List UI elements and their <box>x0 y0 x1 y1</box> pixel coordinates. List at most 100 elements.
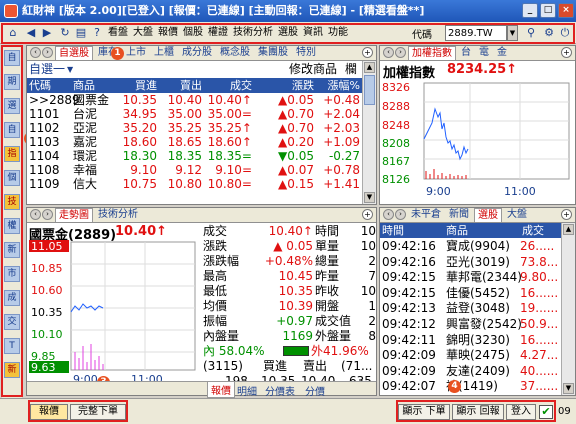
zoom-icon[interactable]: + <box>362 47 373 58</box>
menu-item-stock[interactable]: 個股 <box>183 25 203 41</box>
side-button-2[interactable]: 期 <box>4 74 20 90</box>
scroll-thumb[interactable] <box>364 75 375 105</box>
scroll-up-icon[interactable]: ▲ <box>364 62 375 73</box>
ticks-tab-next-icon[interactable]: › <box>395 209 406 220</box>
col-last[interactable]: 成交 <box>230 78 252 93</box>
table-row[interactable]: 1102 亞泥 35.20 35.25 35.25↑ ▲0.70 +2.03 <box>27 121 362 135</box>
tab-prev-icon[interactable]: ‹ <box>30 47 41 58</box>
list-item[interactable]: 09:42:09 華映(2475) 4.27... <box>380 348 561 362</box>
index-tab-next-icon[interactable]: › <box>395 47 406 58</box>
list-item[interactable]: 09:42:13 益登(3048) 19...... <box>380 301 561 315</box>
menu-item-market[interactable]: 大盤 <box>133 25 153 41</box>
tab-technical[interactable]: 技術分析 <box>95 208 141 222</box>
tab-quote-bottom[interactable]: 報價 <box>30 404 68 420</box>
col-pct[interactable]: 漲幅% <box>328 78 360 93</box>
list-item[interactable]: 09:42:15 華邦電(2344) 9.80... <box>380 270 561 284</box>
list-item[interactable]: 09:42:11 錦明(3230) 16...... <box>380 333 561 347</box>
tab-listed[interactable]: 上市 <box>123 46 149 60</box>
col-name[interactable]: 商品 <box>73 78 95 93</box>
quote-tab-prev-icon[interactable]: ‹ <box>30 209 41 220</box>
group-chevron-icon[interactable]: ▼ <box>67 61 73 78</box>
menu-item-technical[interactable]: 技術分析 <box>233 25 273 41</box>
quote-zoom-icon[interactable]: + <box>362 209 373 220</box>
tab-trend[interactable]: 走勢圖 <box>55 208 93 222</box>
menu-item-function[interactable]: 功能 <box>328 25 348 41</box>
settings-icon[interactable]: ⚙ <box>542 26 556 40</box>
table-row[interactable]: 1109 信大 10.75 10.80 10.80= ▲0.15 +1.41 <box>27 177 362 191</box>
col-code[interactable]: 代碼 <box>29 78 51 93</box>
menu-item-watch[interactable]: 看盤 <box>108 25 128 41</box>
side-button-14[interactable]: 新 <box>4 362 20 378</box>
forward-arrow-icon[interactable]: ▶ <box>40 26 54 40</box>
back-arrow-icon[interactable]: ◀ <box>24 26 38 40</box>
list-item[interactable]: 09:42:16 寶成(9904) 26..... <box>380 239 561 253</box>
col-item[interactable]: 商品 <box>446 223 468 238</box>
list-item[interactable]: 09:42:15 佳優(5452) 16...... <box>380 286 561 300</box>
tab-open-interest[interactable]: 未平倉 <box>408 208 444 222</box>
tab-taiex[interactable]: 加權指數 <box>408 46 456 60</box>
menu-item-screener[interactable]: 選股 <box>278 25 298 41</box>
tab-tai[interactable]: 台 <box>458 46 474 60</box>
side-button-4[interactable]: 自 <box>4 122 20 138</box>
tab-electronics[interactable]: 電 <box>476 46 492 60</box>
side-button-7[interactable]: 技 <box>4 194 20 210</box>
maximize-button[interactable]: □ <box>540 3 556 18</box>
ticks-tab-prev-icon[interactable]: ‹ <box>383 209 394 220</box>
help-icon[interactable]: ? <box>90 26 104 40</box>
print-icon[interactable]: ▤ <box>74 26 88 40</box>
side-button-1[interactable]: 自 <box>4 50 20 66</box>
menu-item-info[interactable]: 資訊 <box>303 25 323 41</box>
group-select[interactable]: 自選一 <box>29 61 65 78</box>
list-item[interactable]: 09:42:09 友達(2409) 40...... <box>380 364 561 378</box>
side-button-12[interactable]: 交 <box>4 314 20 330</box>
tab-price-dist[interactable]: 分價 <box>305 383 325 398</box>
col-bid[interactable]: 買進 <box>135 78 157 93</box>
code-input[interactable] <box>445 25 507 41</box>
search-icon[interactable]: ⚲ <box>524 26 538 40</box>
close-button[interactable]: × <box>558 3 574 18</box>
index-zoom-icon[interactable]: + <box>561 47 572 58</box>
table-row[interactable]: 1103 嘉泥 18.60 18.65 18.60↑ ▲0.20 +1.09 <box>27 135 362 149</box>
list-item[interactable]: 09:42:07 禧(1419) 37...... <box>380 379 561 393</box>
minimize-button[interactable]: _ <box>522 3 538 18</box>
tab-concept[interactable]: 概念股 <box>217 46 253 60</box>
tab-next-icon[interactable]: › <box>42 47 53 58</box>
ticks-scroll-up-icon[interactable]: ▲ <box>563 224 574 235</box>
menu-item-warrant[interactable]: 權證 <box>208 25 228 41</box>
tab-selection[interactable]: 選股 <box>474 208 502 222</box>
col-ask[interactable]: 賣出 <box>180 78 202 93</box>
home-icon[interactable]: ⌂ <box>6 26 20 40</box>
col-change[interactable]: 漲跌 <box>292 78 314 93</box>
tab-full-order[interactable]: 完整下單 <box>70 404 126 420</box>
side-button-6[interactable]: 個 <box>4 170 20 186</box>
login-button[interactable]: 登入 <box>506 404 536 420</box>
tab-watchlist[interactable]: 自選股 <box>55 46 93 60</box>
side-button-8[interactable]: 權 <box>4 218 20 234</box>
list-item[interactable]: 09:42:16 亞光(3019) 73.8... <box>380 255 561 269</box>
watchlist-scrollbar[interactable]: ▲ ▼ <box>362 61 376 204</box>
modify-items-button[interactable]: 修改商品 <box>289 61 337 78</box>
ticks-scrollbar[interactable]: ▲ ▼ <box>561 223 575 395</box>
tab-special[interactable]: 特別 <box>293 46 319 60</box>
tab-finance[interactable]: 金 <box>494 46 510 60</box>
ticks-scroll-down-icon[interactable]: ▼ <box>563 383 574 394</box>
exit-icon[interactable]: ⏻ <box>558 26 572 40</box>
show-order-button[interactable]: 顯示 下單 <box>398 404 450 420</box>
side-button-9[interactable]: 新 <box>4 242 20 258</box>
tab-components[interactable]: 成分股 <box>179 46 215 60</box>
col-time[interactable]: 時間 <box>382 223 404 238</box>
refresh-icon[interactable]: ↻ <box>58 26 72 40</box>
side-button-5[interactable]: 指 <box>4 146 20 162</box>
scroll-down-icon[interactable]: ▼ <box>364 192 375 203</box>
table-row[interactable]: 1108 幸福 9.10 9.12 9.10= ▲0.07 +0.78 <box>27 163 362 177</box>
tab-group[interactable]: 集團股 <box>255 46 291 60</box>
table-row[interactable]: 1101 台泥 34.95 35.00 35.00= ▲0.70 +2.04 <box>27 107 362 121</box>
table-row[interactable]: >>2889 國票金 10.35 10.40 10.40↑ ▲0.05 +0.48 <box>27 93 362 107</box>
show-report-button[interactable]: 顯示 回報 <box>452 404 504 420</box>
chevron-down-icon[interactable]: ▼ <box>507 25 518 41</box>
tab-news[interactable]: 新聞 <box>446 208 472 222</box>
side-button-3[interactable]: 選 <box>4 98 20 114</box>
tab-price-table[interactable]: 分價表 <box>265 383 295 398</box>
tab-quote[interactable]: 報價 <box>207 382 235 398</box>
side-button-10[interactable]: 市 <box>4 266 20 282</box>
